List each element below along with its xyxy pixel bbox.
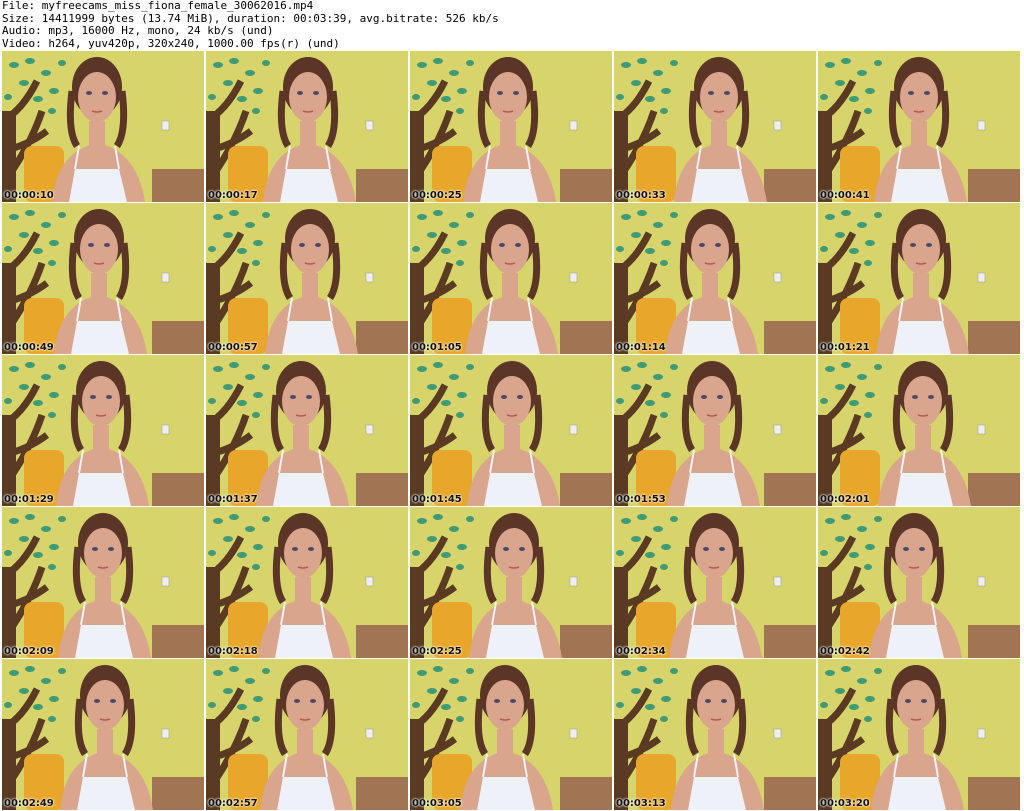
thumbnail-timestamp: 00:00:25 [412,190,462,201]
thumbnail-timestamp: 00:01:05 [412,342,462,353]
video-thumbnail[interactable]: 00:00:25 [410,51,612,202]
thumbnail-timestamp: 00:02:25 [412,646,462,657]
frame-image [410,355,612,506]
video-thumbnail[interactable]: 00:00:33 [614,51,816,202]
frame-image [2,203,204,354]
thumbnail-timestamp: 00:00:49 [4,342,54,353]
video-thumbnail[interactable]: 00:01:05 [410,203,612,354]
frame-image [410,203,612,354]
video-thumbnail[interactable]: 00:02:34 [614,507,816,658]
frame-image [818,203,1020,354]
thumbnail-timestamp: 00:02:34 [616,646,666,657]
thumbnail-timestamp: 00:00:33 [616,190,666,201]
frame-image [2,51,204,202]
frame-image [2,507,204,658]
video-thumbnail[interactable]: 00:02:25 [410,507,612,658]
thumbnail-timestamp: 00:00:17 [208,190,258,201]
video-thumbnail[interactable]: 00:02:57 [206,659,408,810]
thumbnail-timestamp: 00:02:42 [820,646,870,657]
frame-image [206,355,408,506]
audio-info-line: Audio: mp3, 16000 Hz, mono, 24 kb/s (und… [2,24,274,37]
thumbnail-timestamp: 00:01:37 [208,494,258,505]
video-thumbnail[interactable]: 00:02:49 [2,659,204,810]
thumbnail-timestamp: 00:03:20 [820,798,870,809]
video-thumbnail[interactable]: 00:00:10 [2,51,204,202]
frame-image [410,507,612,658]
frame-image [206,659,408,810]
video-thumbnail[interactable]: 00:02:18 [206,507,408,658]
video-thumbnail[interactable]: 00:01:14 [614,203,816,354]
frame-image [410,659,612,810]
video-thumbnail[interactable]: 00:03:05 [410,659,612,810]
file-name-line: File: myfreecams_miss_fiona_female_30062… [2,0,314,12]
thumbnail-timestamp: 00:00:41 [820,190,870,201]
video-thumbnail[interactable]: 00:00:41 [818,51,1020,202]
frame-image [614,51,816,202]
thumbnail-timestamp: 00:03:05 [412,798,462,809]
thumbnail-timestamp: 00:02:57 [208,798,258,809]
frame-image [818,355,1020,506]
frame-image [206,507,408,658]
thumbnail-timestamp: 00:01:53 [616,494,666,505]
video-info-line: Video: h264, yuv420p, 320x240, 1000.00 f… [2,36,340,50]
video-thumbnail[interactable]: 00:01:45 [410,355,612,506]
frame-image [206,203,408,354]
thumbnail-timestamp: 00:01:45 [412,494,462,505]
video-thumbnail[interactable]: 00:00:17 [206,51,408,202]
frame-image [818,51,1020,202]
video-thumbnail[interactable]: 00:02:09 [2,507,204,658]
thumbnail-timestamp: 00:02:18 [208,646,258,657]
video-thumbnail[interactable]: 00:03:13 [614,659,816,810]
thumbnail-timestamp: 00:01:29 [4,494,54,505]
frame-image [614,659,816,810]
thumbnail-grid: 00:00:10 00:00:17 00:00:25 00:00:33 00:0… [0,51,1024,810]
frame-image [818,507,1020,658]
frame-image [410,51,612,202]
video-thumbnail[interactable]: 00:00:49 [2,203,204,354]
thumbnail-timestamp: 00:03:13 [616,798,666,809]
video-thumbnail[interactable]: 00:01:21 [818,203,1020,354]
thumbnail-timestamp: 00:01:14 [616,342,666,353]
frame-image [818,659,1020,810]
video-thumbnail[interactable]: 00:01:37 [206,355,408,506]
frame-image [2,659,204,810]
thumbnail-timestamp: 00:02:09 [4,646,54,657]
frame-image [2,355,204,506]
thumbnail-timestamp: 00:00:10 [4,190,54,201]
frame-image [614,507,816,658]
frame-image [614,355,816,506]
thumbnail-timestamp: 00:02:49 [4,798,54,809]
video-thumbnail[interactable]: 00:01:29 [2,355,204,506]
video-thumbnail[interactable]: 00:02:42 [818,507,1020,658]
video-thumbnail[interactable]: 00:00:57 [206,203,408,354]
frame-image [614,203,816,354]
thumbnail-timestamp: 00:00:57 [208,342,258,353]
thumbnail-timestamp: 00:02:01 [820,494,870,505]
video-thumbnail[interactable]: 00:02:01 [818,355,1020,506]
video-thumbnail[interactable]: 00:03:20 [818,659,1020,810]
frame-image [206,51,408,202]
file-info-header: File: myfreecams_miss_fiona_female_30062… [2,0,1022,50]
video-thumbnail[interactable]: 00:01:53 [614,355,816,506]
thumbnail-timestamp: 00:01:21 [820,342,870,353]
